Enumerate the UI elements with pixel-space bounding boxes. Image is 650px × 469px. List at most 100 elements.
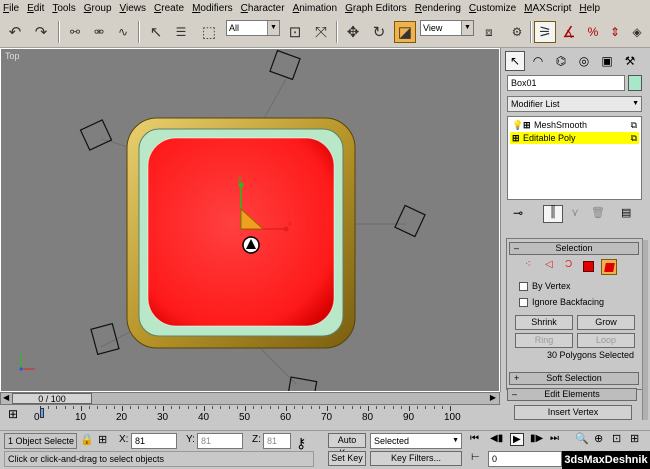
absolute-mode-icon[interactable]: ⊞	[98, 433, 107, 446]
x-coordinate-field[interactable]: 81	[131, 433, 177, 449]
scale-icon[interactable]: ◪	[394, 21, 416, 43]
stack-item-editable-poly[interactable]: ⊞ Editable Poly ⧉	[510, 132, 639, 144]
menu-item-edit[interactable]: Edit	[27, 3, 44, 14]
time-slider-thumb[interactable]: 0 / 100	[12, 393, 92, 404]
show-end-result-icon[interactable]: ║	[543, 205, 563, 223]
previous-frame-icon[interactable]: ◀▮	[490, 433, 503, 444]
named-selection-sets-icon[interactable]: ◈	[626, 21, 648, 43]
grow-button[interactable]: Grow	[577, 315, 635, 330]
polygon-icon[interactable]	[583, 261, 594, 272]
ring-button[interactable]: Ring	[515, 333, 573, 348]
panel-scrollbar[interactable]	[642, 240, 648, 420]
time-ruler[interactable]: 0 10 20 30 40 50 60 70 80 90 100	[34, 406, 461, 428]
menu-item-maxscript[interactable]: MAXScript	[524, 3, 571, 14]
next-frame-icon[interactable]: ▮▶	[530, 433, 543, 444]
stack-item-meshsmooth[interactable]: 💡 ⊞ MeshSmooth ⧉	[510, 119, 639, 131]
hierarchy-tab-icon[interactable]: ⌬	[551, 51, 571, 71]
snap-toggle-icon[interactable]: ⚞	[534, 21, 556, 43]
menu-item-rendering[interactable]: Rendering	[415, 3, 461, 14]
window-crossing-icon[interactable]: ⤧	[310, 21, 332, 43]
go-to-end-icon[interactable]: ⏭	[550, 433, 559, 444]
prev-frame-icon[interactable]: ◀	[3, 393, 9, 402]
menu-item-tools[interactable]: Tools	[52, 3, 75, 14]
ignore-backfacing-checkbox[interactable]: Ignore Backfacing	[519, 297, 604, 307]
display-tab-icon[interactable]: ▣	[597, 51, 617, 71]
selection-filter-dropdown[interactable]: All ▼	[226, 20, 280, 36]
lock-icon[interactable]: 🔒	[80, 433, 94, 446]
key-mode-dropdown[interactable]: Selected ▼	[370, 433, 462, 449]
zoom-all-icon[interactable]: ⊕	[594, 432, 603, 445]
menu-item-graph-editors[interactable]: Graph Editors	[345, 3, 407, 14]
expand-icon[interactable]: ⊞	[512, 132, 520, 144]
key-filters-button[interactable]: Key Filters...	[370, 451, 462, 466]
create-tab-icon[interactable]: ↖	[505, 51, 525, 71]
current-frame-marker[interactable]	[40, 408, 44, 418]
menu-item-customize[interactable]: Customize	[469, 3, 516, 14]
zoom-icon[interactable]: 🔍	[575, 432, 589, 445]
rotate-icon[interactable]: ↻	[368, 21, 390, 43]
menu-item-animation[interactable]: Animation	[293, 3, 337, 14]
play-icon[interactable]: ▶	[510, 433, 524, 446]
next-frame-icon[interactable]: ▶	[490, 393, 496, 402]
configure-modifier-sets-icon[interactable]: ▤	[621, 206, 631, 219]
bind-to-space-warp-icon[interactable]: ∿	[112, 21, 134, 43]
y-coordinate-field[interactable]: 81	[197, 433, 243, 449]
soft-selection-rollout-header[interactable]: + Soft Selection	[509, 372, 639, 385]
menu-item-modifiers[interactable]: Modifiers	[192, 3, 233, 14]
select-object-icon[interactable]: ↖	[145, 21, 167, 43]
modifier-list-dropdown[interactable]: Modifier List ▼	[507, 96, 642, 112]
menu-item-character[interactable]: Character	[241, 3, 285, 14]
element-icon[interactable]	[601, 259, 617, 275]
lightbulb-icon[interactable]: 💡	[512, 119, 523, 131]
move-icon[interactable]: ✥	[342, 21, 364, 43]
menu-item-file[interactable]: File	[3, 3, 19, 14]
select-and-move-icon[interactable]: ⊡	[284, 21, 306, 43]
key-icon[interactable]: ⚷	[296, 435, 306, 452]
object-name-field[interactable]: Box01	[507, 75, 625, 91]
object-color-swatch[interactable]	[628, 75, 642, 91]
menu-item-views[interactable]: Views	[120, 3, 147, 14]
border-icon[interactable]: Ɔ	[565, 259, 572, 270]
select-manipulate-icon[interactable]: ⚙	[506, 21, 528, 43]
expand-icon[interactable]: ⊞	[523, 119, 531, 131]
zoom-extents-icon[interactable]: ⊡	[612, 432, 621, 445]
loop-button[interactable]: Loop	[577, 333, 635, 348]
top-viewport[interactable]: Top y x	[0, 48, 500, 392]
unlink-selection-icon[interactable]: ⚮	[88, 21, 110, 43]
edge-icon[interactable]: ◁	[545, 259, 553, 270]
insert-vertex-button[interactable]: Insert Vertex	[514, 405, 632, 420]
edit-elements-rollout-header[interactable]: – Edit Elements	[507, 388, 637, 401]
track-bar-icon[interactable]: ⊞	[8, 407, 18, 421]
set-key-button[interactable]: Set Key	[328, 451, 366, 466]
select-and-link-icon[interactable]: ⚯	[64, 21, 86, 43]
time-slider-track[interactable]: ◀ 0 / 100 ▶	[0, 392, 500, 405]
redo-icon[interactable]: ↷	[30, 21, 52, 43]
make-unique-icon[interactable]: ⋎	[571, 206, 579, 219]
auto-key-button[interactable]: Auto Key	[328, 433, 366, 458]
angle-snap-icon[interactable]: ∡	[558, 21, 580, 43]
vertex-icon[interactable]: ⁖	[525, 259, 531, 270]
pin-stack-icon[interactable]: ⊸	[513, 206, 523, 220]
modify-tab-icon[interactable]: ◠	[528, 51, 548, 71]
z-coordinate-field[interactable]: 81	[263, 433, 291, 449]
reference-coordinate-dropdown[interactable]: View ▼	[420, 20, 474, 36]
go-to-start-icon[interactable]: ⏮	[470, 433, 479, 444]
by-vertex-checkbox[interactable]: By Vertex	[519, 281, 571, 291]
key-mode-toggle-icon[interactable]: ⊢	[471, 452, 480, 463]
selection-rollout-header[interactable]: – Selection	[509, 242, 639, 255]
utilities-tab-icon[interactable]: ⚒	[620, 51, 640, 71]
pivot-center-icon[interactable]: ⧈	[478, 21, 500, 43]
undo-icon[interactable]: ↶	[4, 21, 26, 43]
zoom-extents-all-icon[interactable]: ⊞	[630, 432, 639, 445]
motion-tab-icon[interactable]: ◎	[574, 51, 594, 71]
menu-item-group[interactable]: Group	[84, 3, 112, 14]
shrink-button[interactable]: Shrink	[515, 315, 573, 330]
percent-snap-icon[interactable]: %	[582, 21, 604, 43]
menu-item-help[interactable]: Help	[579, 3, 600, 14]
current-frame-field[interactable]: 0	[488, 451, 562, 467]
select-by-name-icon[interactable]: ☰	[170, 21, 192, 43]
spinner-snap-icon[interactable]: ⇕	[604, 21, 626, 43]
rectangular-selection-region-icon[interactable]: ⬚	[198, 21, 220, 43]
remove-modifier-icon[interactable]: 🗑	[591, 206, 605, 219]
menu-item-create[interactable]: Create	[154, 3, 184, 14]
